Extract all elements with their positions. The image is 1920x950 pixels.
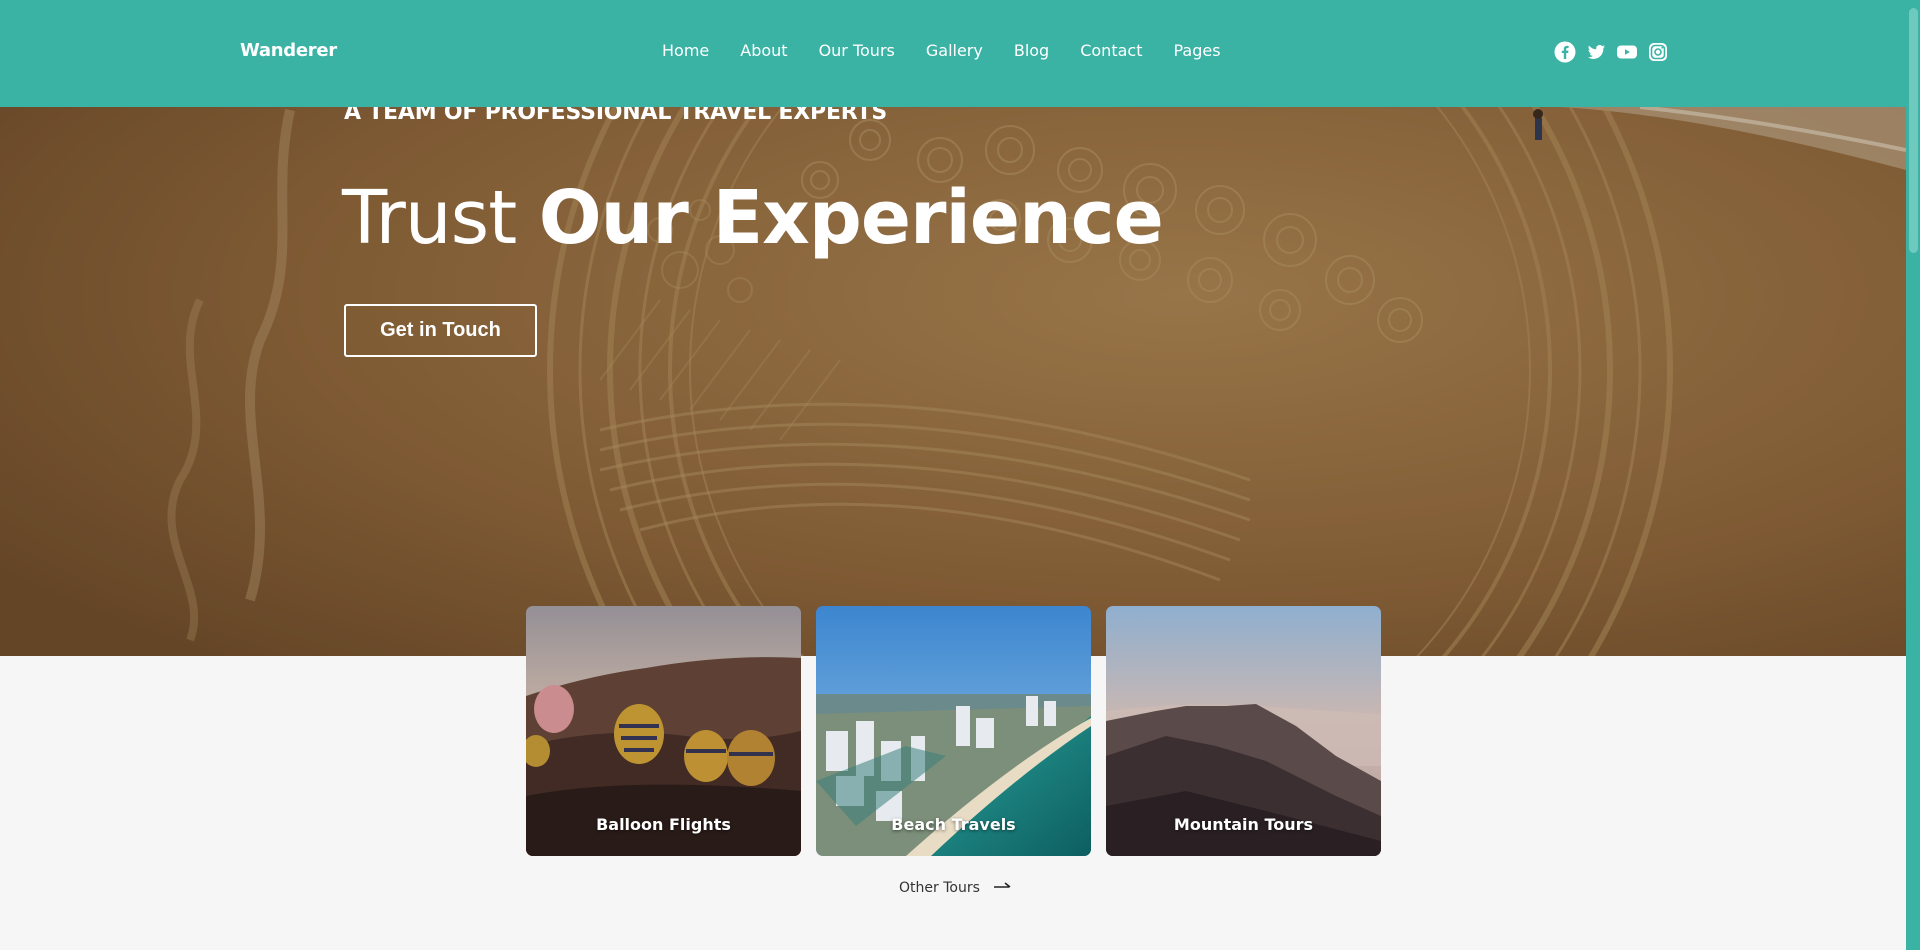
tour-card-balloon-flights[interactable]: Balloon Flights [526, 606, 801, 856]
tour-card-mountain-tours[interactable]: Mountain Tours [1106, 606, 1381, 856]
other-tours-label: Other Tours [899, 880, 980, 896]
nav-home[interactable]: Home [662, 41, 709, 60]
hero-headline: Trust Our Experience [342, 175, 1164, 261]
headline-light: Trust [342, 175, 517, 261]
youtube-icon[interactable] [1616, 41, 1638, 63]
nav-contact[interactable]: Contact [1080, 41, 1142, 60]
page-scrollbar[interactable] [1906, 0, 1920, 950]
tour-card-title: Mountain Tours [1173, 815, 1314, 834]
get-in-touch-button[interactable]: Get in Touch [344, 304, 537, 357]
tour-card-title: Beach Travels [891, 815, 1016, 834]
twitter-icon[interactable] [1585, 41, 1607, 63]
nav-blog[interactable]: Blog [1014, 41, 1049, 60]
other-tours-link[interactable]: Other Tours [899, 880, 1012, 896]
brand-logo[interactable]: Wanderer [240, 40, 337, 61]
top-navbar: Wanderer Home About Our Tours Gallery Bl… [0, 0, 1906, 107]
nav-our-tours[interactable]: Our Tours [819, 41, 895, 60]
main-nav: Home About Our Tours Gallery Blog Contac… [662, 41, 1252, 60]
tour-card-beach-travels[interactable]: Beach Travels [816, 606, 1091, 856]
tour-card-title: Balloon Flights [596, 815, 731, 834]
social-links [1554, 41, 1669, 63]
instagram-icon[interactable] [1647, 41, 1669, 63]
facebook-icon[interactable] [1554, 41, 1576, 63]
nav-about[interactable]: About [740, 41, 787, 60]
arrow-right-icon [993, 880, 1012, 896]
tour-cards: Balloon Flights Beach Travels Mountain T… [526, 606, 1381, 856]
nav-pages[interactable]: Pages [1173, 41, 1220, 60]
scrollbar-thumb[interactable] [1909, 8, 1918, 253]
nav-gallery[interactable]: Gallery [926, 41, 983, 60]
headline-bold: Our Experience [538, 175, 1164, 261]
